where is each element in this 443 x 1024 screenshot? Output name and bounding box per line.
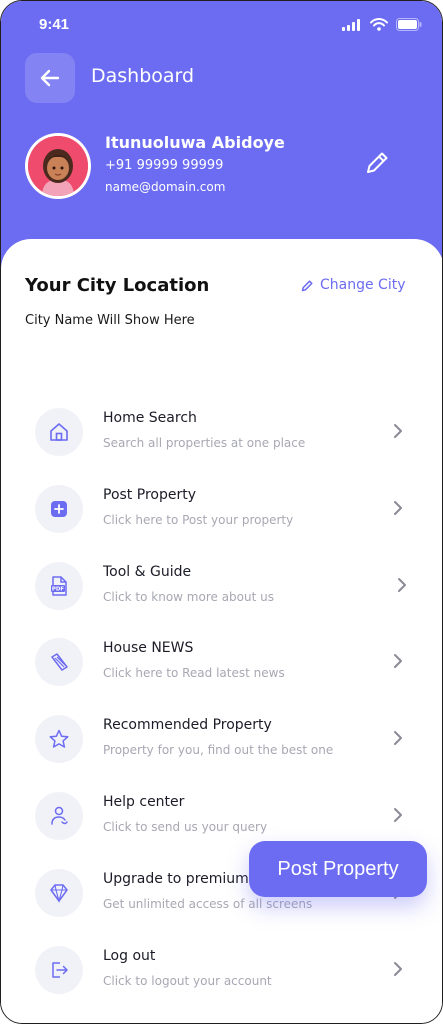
user-email: name@domain.com (105, 180, 226, 194)
menu-item-label: Post Property (103, 487, 196, 503)
change-city-label: Change City (320, 277, 406, 293)
menu-item-recommended-property[interactable]: Recommended Property Property for you, f… (35, 715, 415, 775)
svg-text:PDF: PDF (52, 587, 65, 593)
status-time: 9:41 (39, 16, 70, 33)
pencil-icon (367, 152, 388, 173)
menu-item-label: Upgrade to premium (103, 871, 249, 887)
news-icon (35, 638, 83, 686)
menu-item-home-search[interactable]: Home Search Search all properties at one… (35, 408, 415, 468)
post-property-fab[interactable]: Post Property (249, 841, 427, 897)
avatar[interactable] (25, 133, 91, 199)
menu-item-subtitle: Click here to Post your property (103, 513, 294, 527)
menu-item-label: Help center (103, 794, 185, 810)
arrow-left-icon (40, 69, 60, 87)
signal-icon (342, 18, 360, 31)
chevron-right-icon (394, 731, 402, 745)
menu-item-subtitle: Click to know more about us (103, 590, 274, 604)
back-button[interactable] (25, 53, 75, 103)
user-name: Itunuoluwa Abidoye (105, 133, 285, 152)
menu-item-subtitle: Search all properties at one place (103, 436, 306, 450)
menu-item-post-property[interactable]: Post Property Click here to Post your pr… (35, 485, 415, 545)
app-frame: 9:41 Dashboard Itunuoluwa Abidoye +91 99… (0, 0, 443, 1024)
menu-item-house-news[interactable]: House NEWS Click here to Read latest new… (35, 638, 415, 698)
chevron-right-icon (394, 501, 402, 515)
menu-item-subtitle: Click to send us your query (103, 820, 268, 834)
chevron-right-icon (398, 578, 406, 592)
menu-item-label: Log out (103, 948, 156, 964)
pencil-icon (301, 279, 313, 291)
chevron-right-icon (394, 808, 402, 822)
status-bar: 9:41 (1, 1, 442, 53)
chevron-right-icon (394, 962, 402, 976)
menu-item-label: House NEWS (103, 640, 194, 656)
support-icon (35, 792, 83, 840)
pdf-file-icon: PDF (35, 562, 83, 610)
menu-item-subtitle: Click here to Read latest news (103, 666, 285, 680)
battery-icon (396, 18, 422, 31)
edit-profile-button[interactable] (363, 149, 391, 177)
avatar-illustration (28, 136, 88, 196)
menu-item-log-out[interactable]: Log out Click to logout your account (35, 946, 415, 1006)
menu-item-tool-guide[interactable]: PDF Tool & Guide Click to know more abou… (35, 562, 415, 622)
city-name: City Name Will Show Here (25, 313, 195, 328)
logout-icon (35, 946, 83, 994)
menu-item-subtitle: Property for you, find out the best one (103, 743, 334, 757)
plus-square-icon (35, 485, 83, 533)
star-icon (35, 715, 83, 763)
status-icons (342, 18, 422, 31)
menu-item-label: Recommended Property (103, 717, 272, 733)
user-phone: +91 99999 99999 (105, 158, 224, 173)
chevron-right-icon (394, 424, 402, 438)
diamond-icon (35, 869, 83, 917)
menu-item-label: Home Search (103, 410, 197, 426)
page-title: Dashboard (91, 65, 195, 87)
menu-item-subtitle: Click to logout your account (103, 974, 272, 988)
wifi-icon (370, 18, 388, 31)
home-icon (35, 408, 83, 456)
menu-item-subtitle: Get unlimited access of all screens (103, 897, 313, 911)
chevron-right-icon (394, 654, 402, 668)
menu-item-label: Tool & Guide (103, 564, 192, 580)
city-location-heading: Your City Location (25, 275, 210, 296)
change-city-button[interactable]: Change City (301, 277, 406, 293)
